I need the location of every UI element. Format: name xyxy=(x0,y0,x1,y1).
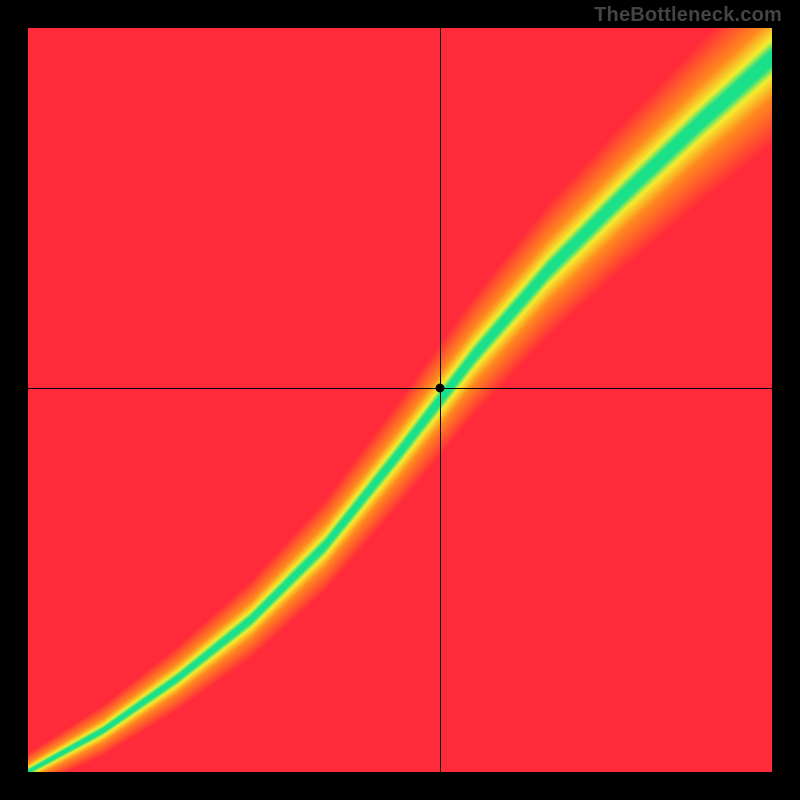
marker-point xyxy=(436,384,445,393)
heatmap-canvas xyxy=(28,28,772,772)
heatmap-plot xyxy=(28,28,772,772)
crosshair-vertical xyxy=(440,28,441,772)
image-frame: TheBottleneck.com xyxy=(0,0,800,800)
watermark-text: TheBottleneck.com xyxy=(594,4,782,27)
crosshair-horizontal xyxy=(28,388,772,389)
